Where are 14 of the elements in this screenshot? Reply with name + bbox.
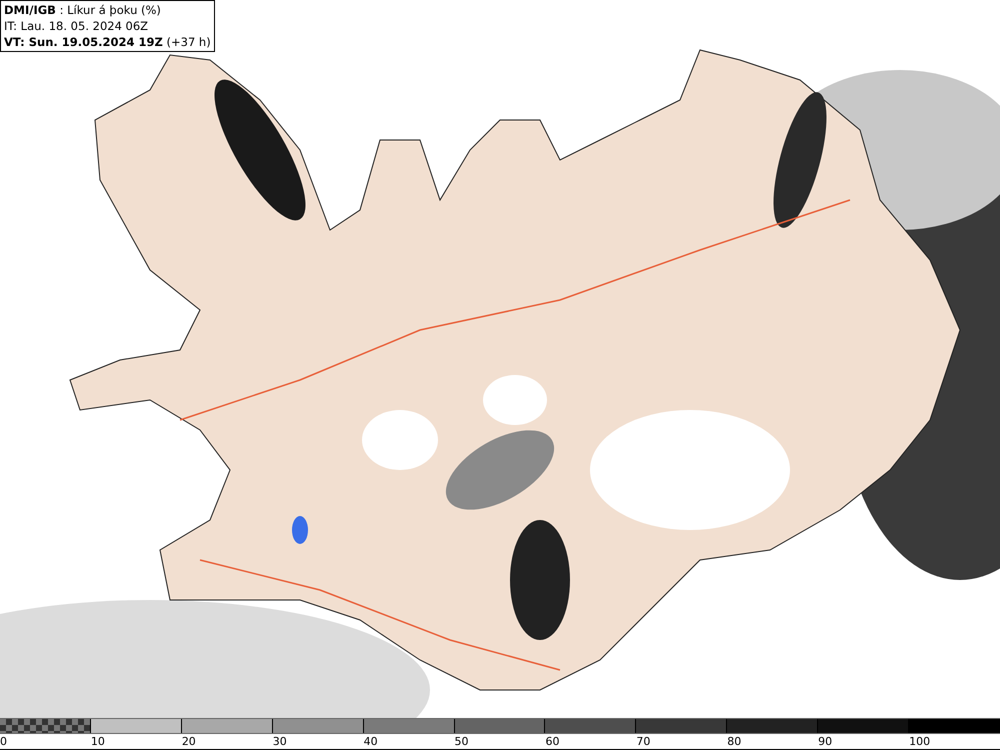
legend-label: 10 <box>90 735 105 748</box>
title-line: VT: Sun. 19.05.2024 19Z (+37 h) <box>4 34 211 50</box>
legend-label: 50 <box>454 735 469 748</box>
legend-label: 0 <box>0 735 7 748</box>
legend-label: 70 <box>636 735 650 748</box>
legend-label: 20 <box>182 735 196 748</box>
legend-label: 80 <box>727 735 742 748</box>
legend-label: 90 <box>818 735 832 748</box>
legend-label: 60 <box>545 735 560 748</box>
title-line: DMI/IGB : Líkur á þoku (%) <box>4 2 162 18</box>
legend-label: 30 <box>272 735 287 748</box>
legend-label: 40 <box>364 735 378 748</box>
title-line: IT: Lau. 18. 05. 2024 06Z <box>4 18 150 34</box>
legend-label: 100 <box>909 735 930 748</box>
